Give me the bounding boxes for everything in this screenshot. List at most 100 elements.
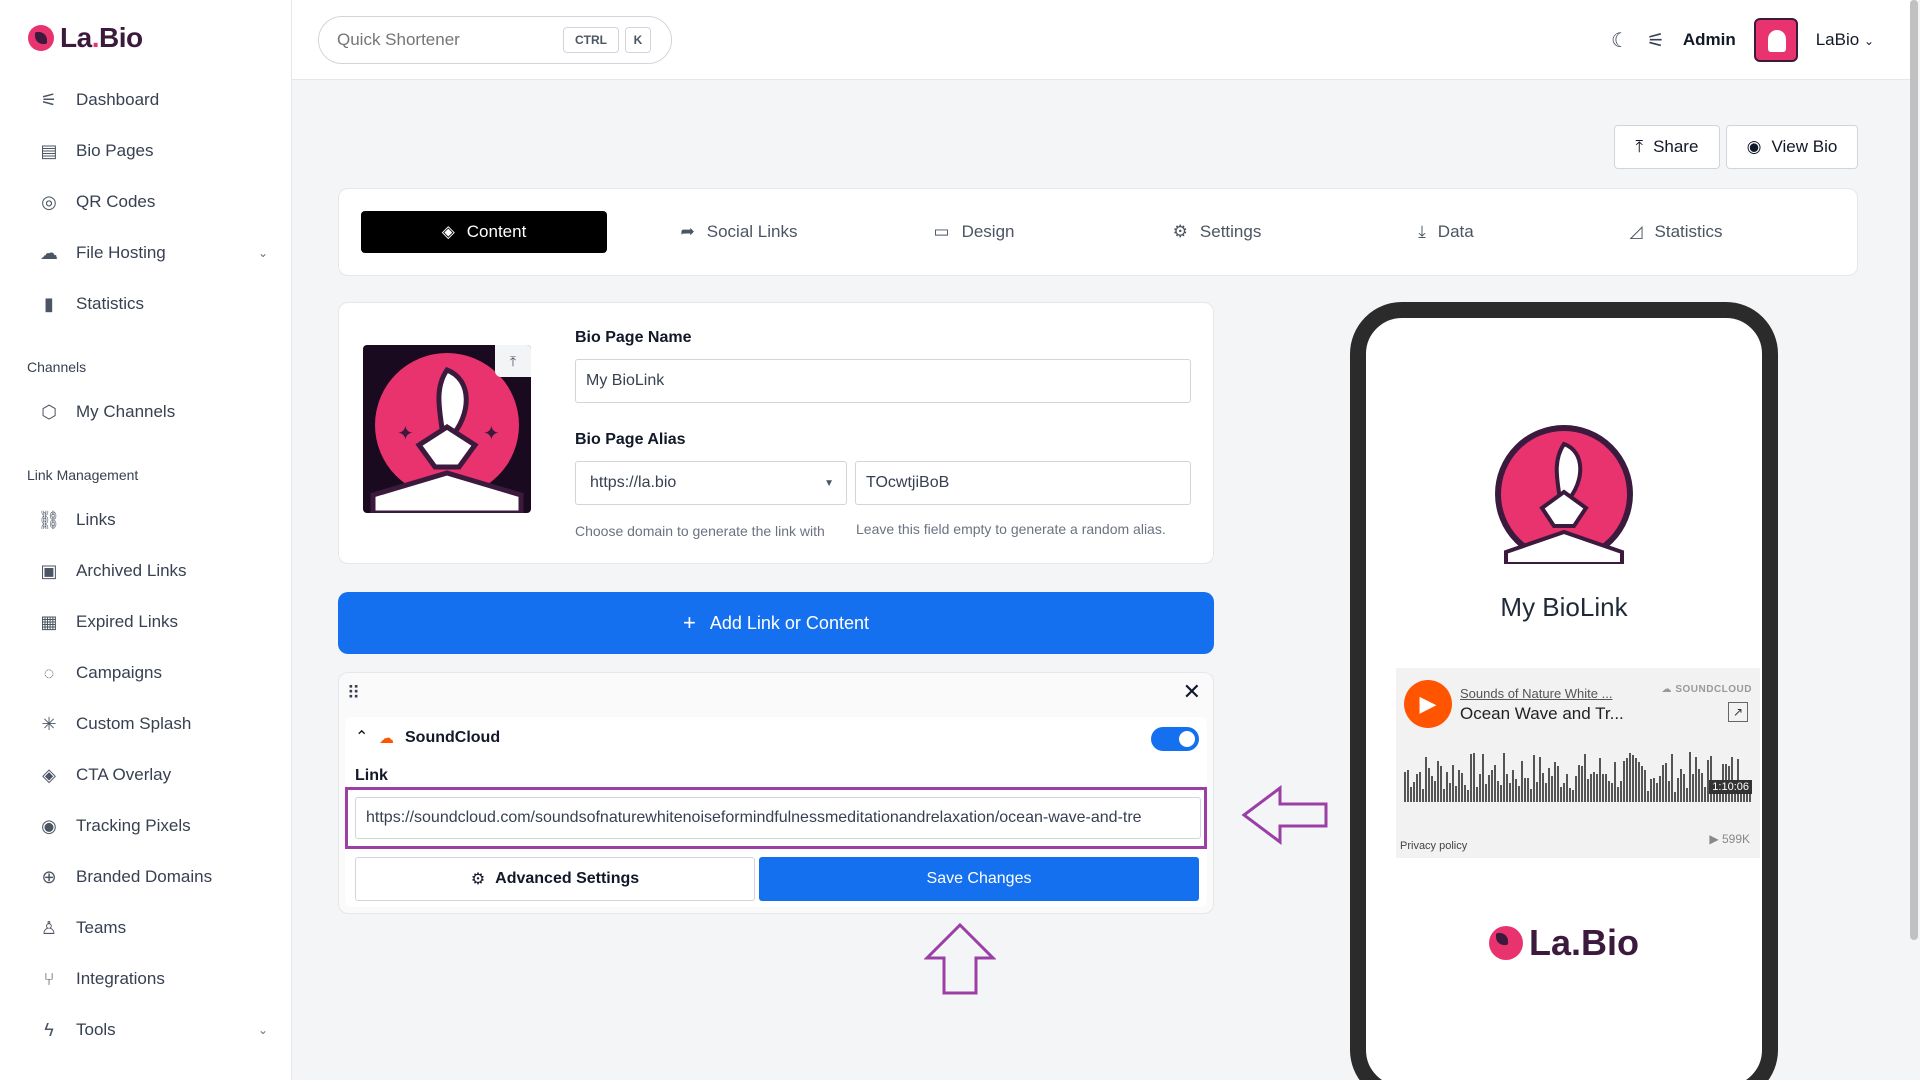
editor-tabs: ◈ Content ➦ Social Links ▭ Design ⚙ Settings…	[338, 188, 1858, 276]
sidebar-item-integrations[interactable]: ⑂ Integrations	[38, 964, 268, 994]
tab-content[interactable]: ◈ Content	[361, 211, 607, 253]
sidebar-item-expired-links[interactable]: ▦ Expired Links	[38, 607, 268, 637]
preview-footer-logo[interactable]: La.Bio	[1366, 922, 1762, 964]
domain-select[interactable]: https://la.bio ▼	[575, 461, 847, 505]
waveform-bar	[1452, 765, 1454, 802]
waveform-bar	[1575, 776, 1577, 802]
share-button[interactable]: ⤒ Share	[1614, 125, 1720, 169]
waveform-bar	[1554, 762, 1556, 802]
sidebar-item-qr-codes[interactable]: ◎ QR Codes	[38, 187, 268, 217]
waveform-bar	[1419, 772, 1421, 802]
sliders-icon[interactable]: ⚟	[1647, 28, 1665, 53]
tab-label: Statistics	[1654, 222, 1723, 241]
alias-hint: Leave this field empty to generate a ran…	[856, 521, 1166, 537]
tab-social-links[interactable]: ➦ Social Links	[659, 211, 819, 253]
waveform-bar	[1458, 770, 1460, 802]
compass-icon: ◉	[41, 815, 57, 836]
waveform-bar	[1449, 783, 1451, 802]
view-bio-button[interactable]: ◉ View Bio	[1726, 125, 1858, 169]
waveform[interactable]	[1404, 746, 1752, 802]
sidebar-item-branded-domains[interactable]: ⊕ Branded Domains	[38, 862, 268, 892]
topbar-actions: ☾ ⚟ Admin LaBio ⌄	[1611, 16, 1874, 64]
sidebar-item-label: Tracking Pixels	[76, 816, 191, 835]
sidebar-item-label: Custom Splash	[76, 714, 192, 733]
waveform-bar	[1635, 758, 1637, 802]
admin-link[interactable]: Admin	[1683, 30, 1736, 50]
drag-handle-icon[interactable]: ⠿	[347, 683, 360, 704]
share-icon[interactable]: ↗	[1728, 702, 1748, 722]
bio-name-input[interactable]: My BioLink	[575, 359, 1191, 403]
avatar[interactable]	[1753, 18, 1798, 62]
waveform-bar	[1521, 761, 1523, 802]
bio-alias-label: Bio Page Alias	[575, 431, 686, 448]
sidebar-item-links[interactable]: ⛓ Links	[38, 505, 268, 535]
tab-statistics[interactable]: ◿ Statistics	[1601, 211, 1751, 253]
users-icon: ♙	[40, 917, 58, 938]
sc-artist[interactable]: Sounds of Nature White ...	[1460, 686, 1612, 701]
target-icon: ◌	[43, 662, 55, 683]
sidebar-item-bio-pages[interactable]: ▤ Bio Pages	[38, 136, 268, 166]
sidebar-item-archived-links[interactable]: ▣ Archived Links	[38, 556, 268, 586]
waveform-bar	[1482, 754, 1484, 802]
git-branch-icon: ⑂	[43, 968, 55, 989]
layout-icon: ▤	[40, 140, 58, 161]
waveform-bar	[1686, 788, 1688, 802]
play-button[interactable]: ▶	[1404, 680, 1452, 728]
sidebar-item-label: Dashboard	[76, 90, 160, 109]
box-icon: ⬡	[41, 401, 57, 422]
sidebar-item-label: Statistics	[76, 294, 145, 313]
tab-design[interactable]: ▭ Design	[909, 211, 1039, 253]
soundcloud-icon: ☁	[1661, 684, 1676, 695]
sidebar-item-custom-splash[interactable]: ✳ Custom Splash	[38, 709, 268, 739]
chevron-down-icon: ⌄	[1863, 34, 1874, 48]
sidebar-item-tracking-pixels[interactable]: ◉ Tracking Pixels	[38, 811, 268, 841]
link-input[interactable]: https://soundcloud.com/soundsofnaturewhi…	[355, 797, 1201, 839]
tab-data[interactable]: ⤓ Data	[1391, 211, 1501, 253]
upload-image-button[interactable]: ⤒	[495, 345, 531, 377]
page-scrollbar[interactable]	[1910, 0, 1918, 940]
tab-settings[interactable]: ⚙ Settings	[1147, 211, 1287, 253]
waveform-bar	[1512, 770, 1514, 802]
waveform-bar	[1422, 789, 1424, 802]
quick-shortener-input[interactable]	[337, 30, 567, 50]
sc-privacy-policy[interactable]: Privacy policy	[1400, 840, 1467, 852]
block-title: SoundCloud	[405, 729, 501, 746]
sidebar-item-file-hosting[interactable]: ☁ File Hosting ⌄	[38, 238, 268, 268]
close-icon[interactable]: ✕	[1183, 679, 1201, 705]
add-link-or-content-button[interactable]: + Add Link or Content	[338, 592, 1214, 654]
sidebar-item-tools[interactable]: ϟ Tools ⌄	[38, 1015, 268, 1045]
waveform-bar	[1527, 778, 1529, 802]
gear-icon: ⚙	[470, 871, 486, 888]
sc-track[interactable]: Ocean Wave and Tr...	[1460, 704, 1624, 724]
calendar-icon: ▦	[40, 611, 58, 632]
block-enabled-toggle[interactable]	[1151, 727, 1199, 751]
bar-chart-icon: ▮	[44, 293, 54, 314]
tab-label: Settings	[1199, 222, 1262, 241]
advanced-settings-button[interactable]: ⚙ Advanced Settings	[355, 857, 755, 901]
soundcloud-icon: ☁	[379, 730, 394, 747]
alias-input[interactable]: TOcwtjiBoB	[855, 461, 1191, 505]
chevron-up-icon[interactable]: ⌃	[355, 727, 368, 747]
sidebar-item-dashboard[interactable]: ⚟ Dashboard	[38, 85, 268, 115]
bio-avatar-image: ✦ ✦ ⤒	[363, 345, 531, 513]
brand-logo[interactable]: La.Bio	[28, 22, 143, 54]
eye-icon: ◉	[1746, 137, 1762, 156]
aperture-icon: ◎	[41, 191, 57, 212]
user-menu[interactable]: LaBio ⌄	[1816, 30, 1874, 50]
sidebar-item-my-channels[interactable]: ⬡ My Channels	[38, 397, 268, 427]
waveform-bar	[1560, 787, 1562, 802]
waveform-bar	[1428, 768, 1430, 802]
waveform-bar	[1515, 779, 1517, 802]
brand-name: La.Bio	[60, 22, 143, 53]
save-changes-button[interactable]: Save Changes	[759, 857, 1199, 901]
phone-preview: My BioLink ▶ Sounds of Nature White ... …	[1350, 302, 1778, 1080]
moon-icon[interactable]: ☾	[1611, 28, 1629, 53]
sidebar-item-cta-overlay[interactable]: ◈ CTA Overlay	[38, 760, 268, 790]
sidebar-item-statistics[interactable]: ▮ Statistics	[38, 289, 268, 319]
sidebar-item-teams[interactable]: ♙ Teams	[38, 913, 268, 943]
waveform-bar	[1524, 778, 1526, 802]
waveform-bar	[1530, 789, 1532, 802]
waveform-bar	[1446, 772, 1448, 802]
sidebar-item-campaigns[interactable]: ◌ Campaigns	[38, 658, 268, 688]
waveform-bar	[1623, 761, 1625, 802]
